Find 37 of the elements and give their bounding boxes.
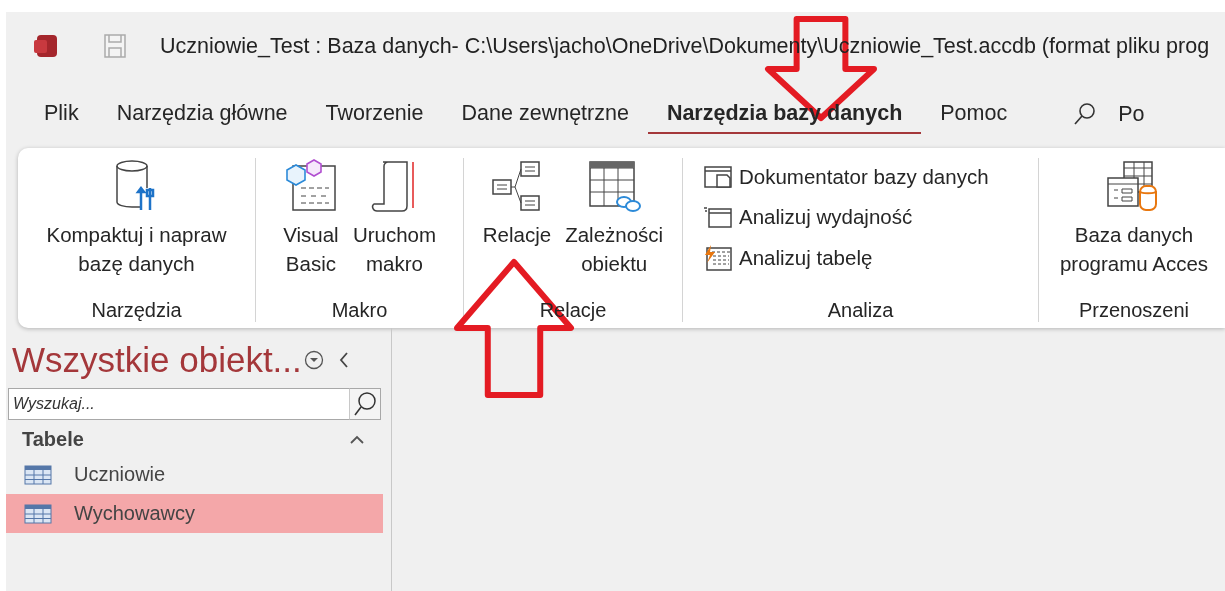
relationships-icon <box>491 158 543 214</box>
ribbon-command[interactable]: Analizuj wydajność <box>703 204 913 230</box>
group-label: Makro <box>331 299 388 322</box>
collapse-icon[interactable] <box>337 350 350 370</box>
search-field[interactable]: Wyszukaj... <box>8 388 349 420</box>
group-header[interactable]: Tabele <box>22 428 84 451</box>
ribbon-command[interactable]: Relacje <box>479 158 555 249</box>
ribbon-tab[interactable]: Tworzenie <box>306 94 443 134</box>
group-label: Analiza <box>827 299 894 322</box>
ribbon-tab[interactable]: Narzędzia główne <box>97 94 307 134</box>
group-label: Narzędzia <box>91 299 182 322</box>
window-icon <box>703 204 733 230</box>
app-icon <box>33 33 59 59</box>
search-button[interactable] <box>349 388 381 420</box>
table-lightning-icon <box>703 244 733 272</box>
ribbon-command[interactable]: Visual Basic <box>279 158 342 278</box>
ribbon-command[interactable]: Analizuj tabelę <box>703 244 873 272</box>
ribbon-tab[interactable]: Pomoc <box>921 94 1027 134</box>
ribbon-command[interactable]: Kompaktuj i napraw bazę danych <box>43 158 230 278</box>
ribbon-command[interactable]: Dokumentator bazy danych <box>703 164 989 190</box>
ribbon-command[interactable]: Zależności obiektu <box>562 158 667 278</box>
group-label: Przenoszeni <box>1078 299 1190 322</box>
ribbon-tab[interactable]: Dane zewnętrzne <box>442 94 648 134</box>
dropdown-icon[interactable] <box>303 350 324 370</box>
document-icon <box>703 164 733 190</box>
table-icon <box>24 464 52 485</box>
search-icon[interactable] <box>1074 102 1097 126</box>
pane-title: Wszystkie obiekt... <box>12 340 302 380</box>
table-item[interactable]: Wychowawcy <box>6 494 383 533</box>
table-link-icon <box>586 158 643 214</box>
tell-me-field[interactable]: Po <box>1118 101 1145 127</box>
ribbon-tab[interactable]: Plik <box>25 94 98 134</box>
ribbon-command[interactable]: Baza danych programu Acces <box>1056 158 1212 278</box>
table-item[interactable]: Uczniowie <box>6 455 383 494</box>
ribbon-command[interactable]: Uruchom makro <box>349 158 440 278</box>
chevron-up-icon[interactable] <box>349 434 365 445</box>
table-icon <box>24 503 52 524</box>
